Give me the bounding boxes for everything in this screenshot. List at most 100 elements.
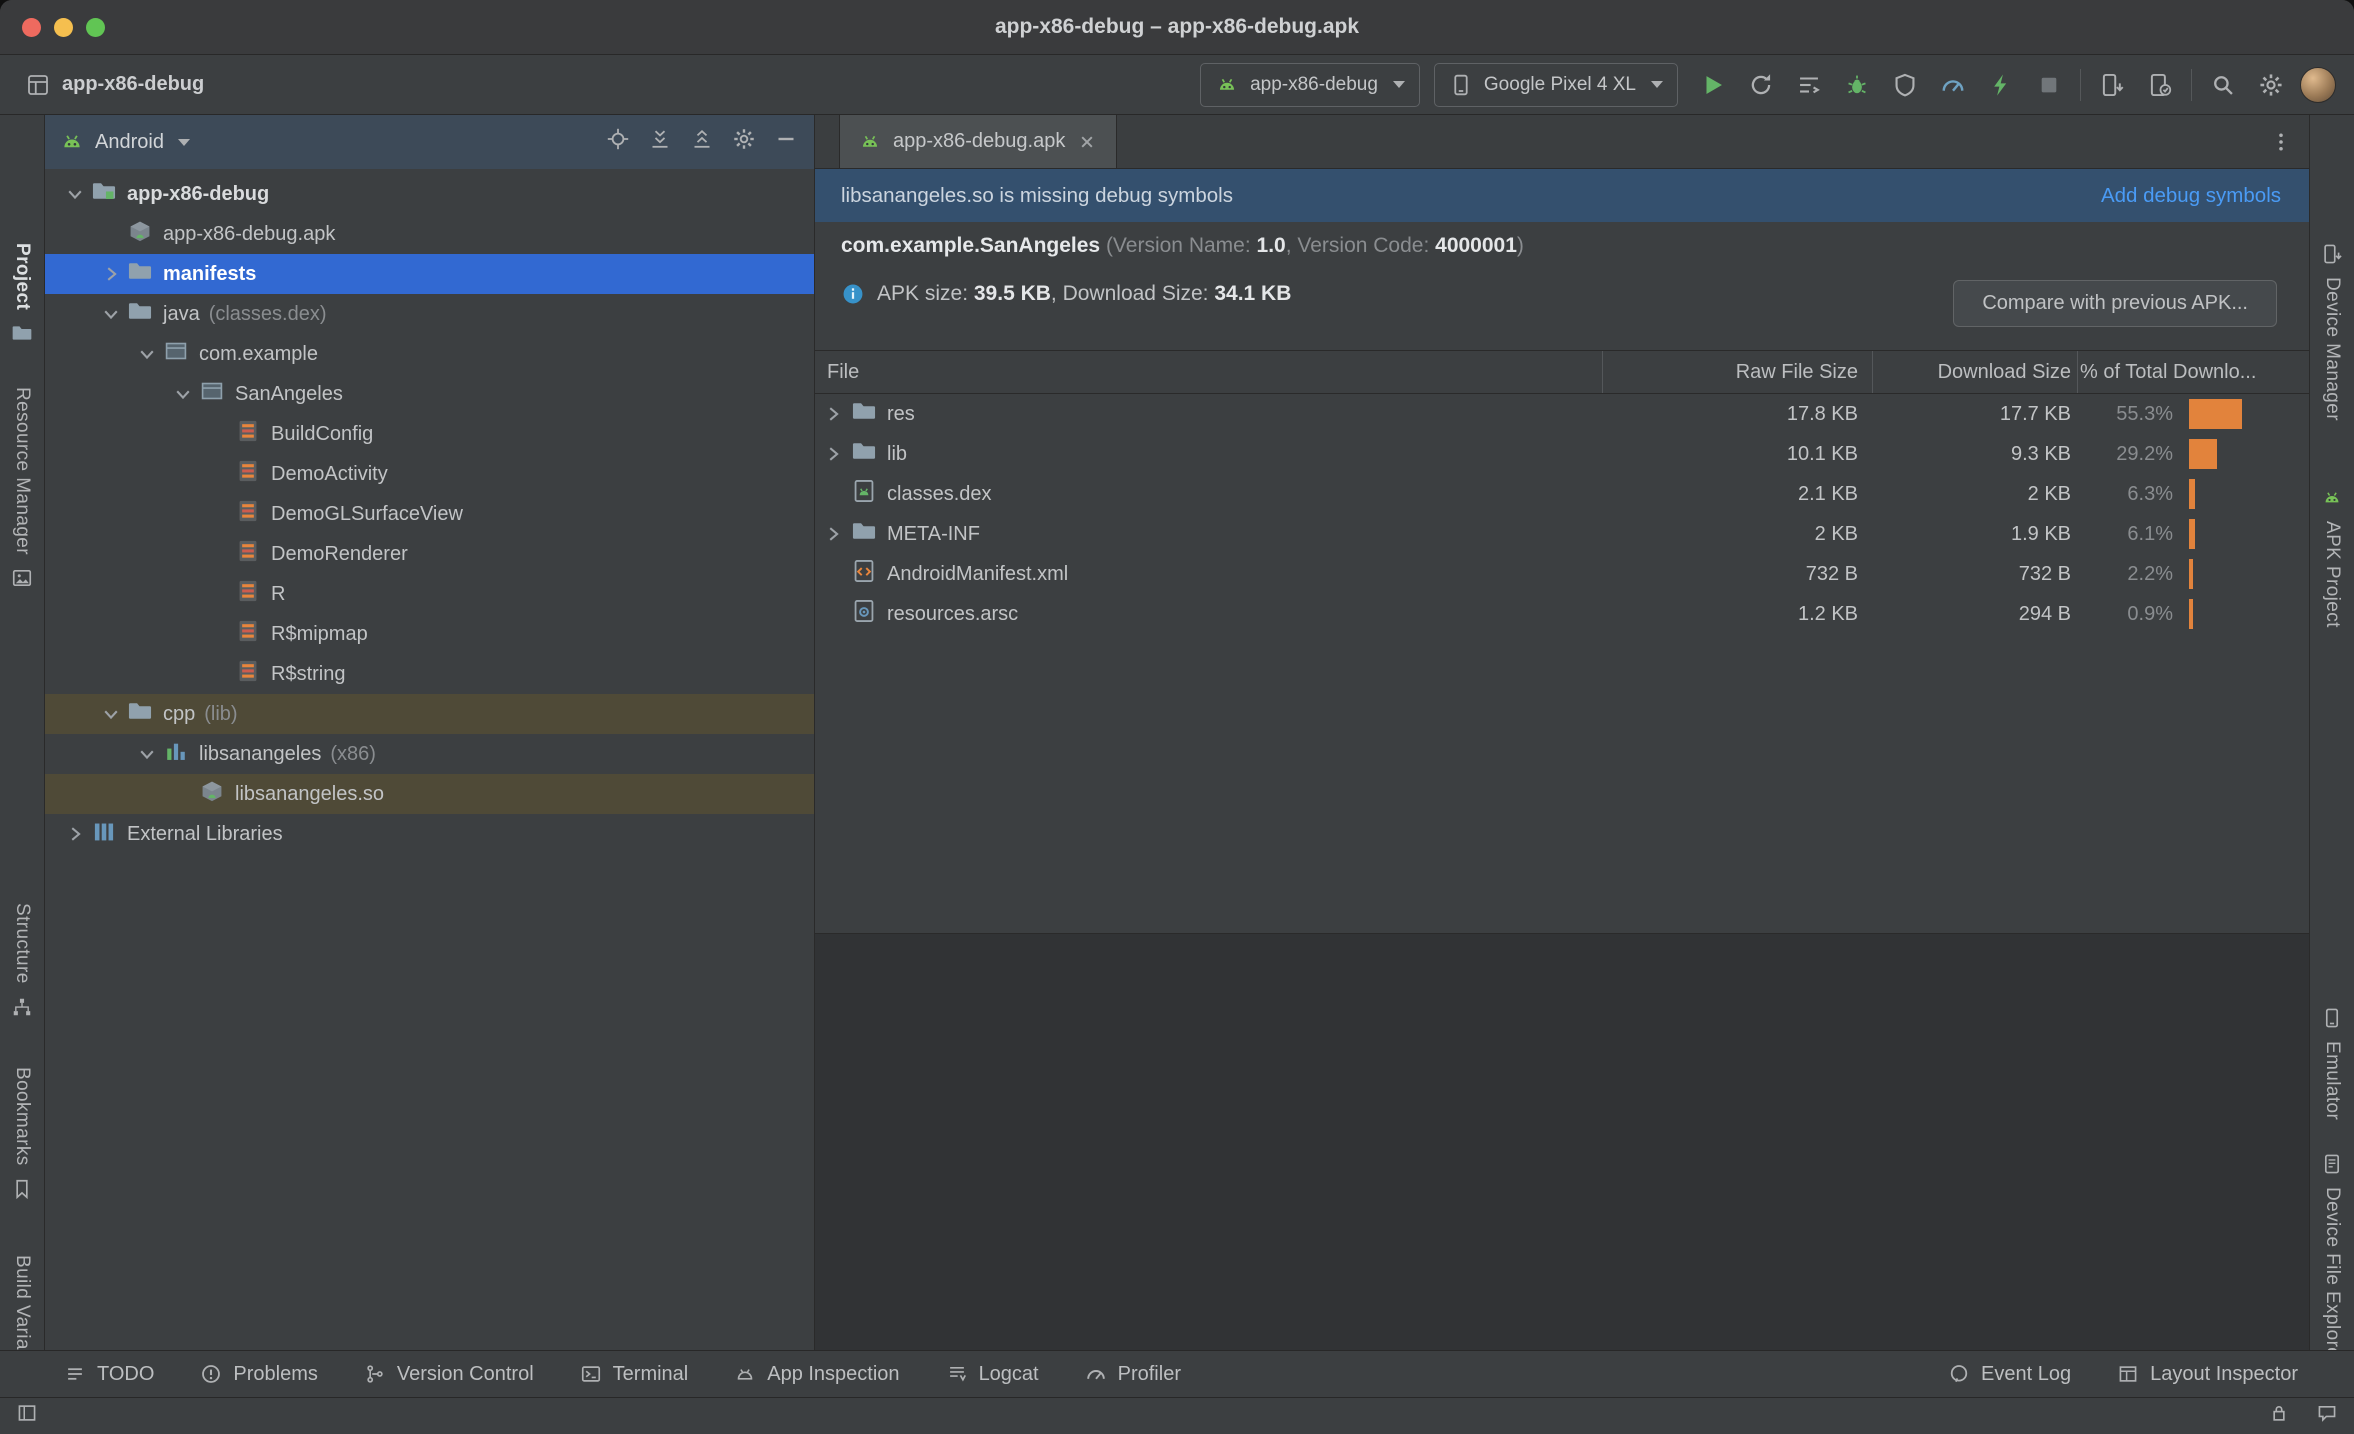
close-icon[interactable] (1076, 131, 1098, 153)
device-manager-icon[interactable] (2091, 64, 2133, 106)
collapse-all-icon[interactable] (690, 127, 714, 157)
chevron-down-icon[interactable] (95, 703, 127, 725)
tool-window-button-event-log[interactable]: Event Log (1948, 1363, 2071, 1386)
add-debug-symbols-link[interactable]: Add debug symbols (2101, 184, 2281, 208)
tree-item-demoglsurfaceview[interactable]: DemoGLSurfaceView (45, 494, 814, 534)
tree-item-cpp[interactable]: cpp (lib) (45, 694, 814, 734)
tree-item-label: SanAngeles (235, 382, 343, 405)
chevron-down-icon[interactable] (177, 138, 190, 146)
chevron-down-icon[interactable] (131, 343, 163, 365)
settings-icon[interactable] (2250, 64, 2292, 106)
run-configuration-selector[interactable]: app-x86-debug (1200, 62, 1420, 107)
avatar[interactable] (2300, 66, 2336, 103)
stripe-item-device-file-explorer[interactable]: Device File Explorer (2310, 1153, 2354, 1365)
tree-item-manifests[interactable]: manifests (45, 254, 814, 294)
chevron-right-icon[interactable] (95, 263, 127, 285)
project-widget[interactable]: app-x86-debug (26, 73, 204, 97)
chevron-down-icon[interactable] (59, 183, 91, 205)
tool-window-button-version-control[interactable]: Version Control (364, 1363, 534, 1386)
settings-icon[interactable] (732, 127, 756, 157)
terminal-icon (580, 1363, 602, 1385)
tool-window-button-problems[interactable]: Problems (200, 1363, 318, 1386)
stripe-item-bookmarks[interactable]: Bookmarks (0, 1067, 44, 1200)
tree-item-r-mipmap[interactable]: R$mipmap (45, 614, 814, 654)
profile-low-overhead-icon[interactable] (1980, 64, 2022, 106)
missing-symbols-banner: libsanangeles.so is missing debug symbol… (815, 169, 2309, 222)
tree-item-demoactivity[interactable]: DemoActivity (45, 454, 814, 494)
tree-item-external-libraries[interactable]: External Libraries (45, 814, 814, 854)
column-header-percent[interactable]: % of Total Downlo... (2077, 351, 2309, 393)
profile-icon[interactable] (1932, 64, 1974, 106)
close-window-button[interactable] (22, 17, 41, 37)
tree-item-libsanangeles-so[interactable]: libsanangeles.so (45, 774, 814, 814)
editor-tab-apk[interactable]: app-x86-debug.apk (839, 115, 1118, 168)
table-row-androidmanifest-xml[interactable]: AndroidManifest.xml 732 B 732 B 2.2% (815, 554, 2309, 594)
zoom-window-button[interactable] (86, 17, 105, 37)
project-panel-header: Android (45, 115, 814, 169)
tree-item-app-x86-debug-apk[interactable]: app-x86-debug.apk (45, 214, 814, 254)
tool-window-button-layout-inspector[interactable]: Layout Inspector (2117, 1363, 2298, 1386)
tree-item-r[interactable]: R (45, 574, 814, 614)
debug-icon[interactable] (1836, 64, 1878, 106)
run-icon[interactable] (1692, 64, 1734, 106)
tree-item-buildconfig[interactable]: BuildConfig (45, 414, 814, 454)
apply-code-changes-icon[interactable] (1788, 64, 1830, 106)
stop-icon[interactable] (2028, 64, 2070, 106)
column-header-download-size[interactable]: Download Size (1872, 351, 2077, 393)
compare-apk-button[interactable]: Compare with previous APK... (1953, 280, 2277, 327)
chevron-right-icon[interactable] (59, 823, 91, 845)
notifications-icon[interactable] (2316, 1402, 2338, 1430)
window-titlebar[interactable]: app-x86-debug – app-x86-debug.apk (0, 0, 2354, 55)
chevron-right-icon[interactable] (815, 403, 851, 425)
column-header-file[interactable]: File (815, 351, 1602, 393)
lock-icon[interactable] (2268, 1402, 2290, 1430)
chevron-down-icon[interactable] (95, 303, 127, 325)
hide-icon[interactable] (774, 127, 798, 157)
device-selector[interactable]: Google Pixel 4 XL (1433, 62, 1678, 107)
tool-window-button-label: App Inspection (767, 1362, 900, 1385)
table-row-res[interactable]: res 17.8 KB 17.7 KB 55.3% (815, 394, 2309, 434)
stripe-item-resource-manager[interactable]: Resource Manager (0, 387, 44, 589)
stripe-item-project[interactable]: Project (0, 243, 44, 344)
tree-item-java[interactable]: java (classes.dex) (45, 294, 814, 334)
table-row-lib[interactable]: lib 10.1 KB 9.3 KB 29.2% (815, 434, 2309, 474)
tool-window-button-profiler[interactable]: Profiler (1085, 1363, 1181, 1386)
tool-window-button-todo[interactable]: TODO (64, 1363, 154, 1386)
tree-item-sanangeles[interactable]: SanAngeles (45, 374, 814, 414)
stripe-item-structure[interactable]: Structure (0, 903, 44, 1018)
project-view-selector[interactable]: Android (95, 131, 164, 154)
tree-item-libsanangeles[interactable]: libsanangeles (x86) (45, 734, 814, 774)
chevron-right-icon[interactable] (815, 443, 851, 465)
table-row-resources-arsc[interactable]: resources.arsc 1.2 KB 294 B 0.9% (815, 594, 2309, 634)
locate-icon[interactable] (606, 127, 630, 157)
expand-all-icon[interactable] (648, 127, 672, 157)
toolwindows-icon[interactable] (16, 1402, 38, 1430)
chevron-right-icon[interactable] (815, 523, 851, 545)
chevron-down-icon[interactable] (167, 383, 199, 405)
chevron-down-icon[interactable] (131, 743, 163, 765)
stripe-item-device-manager[interactable]: Device Manager (2310, 243, 2354, 421)
attach-debugger-icon[interactable] (1884, 64, 1926, 106)
minimize-window-button[interactable] (54, 17, 73, 37)
tree-item-r-string[interactable]: R$string (45, 654, 814, 694)
stripe-item-emulator[interactable]: Emulator (2310, 1007, 2354, 1120)
table-row-meta-inf[interactable]: META-INF 2 KB 1.9 KB 6.1% (815, 514, 2309, 554)
editor-tab-label: app-x86-debug.apk (893, 130, 1066, 152)
tool-window-button-app-inspection[interactable]: App Inspection (734, 1362, 900, 1386)
stripe-item-apk-project[interactable]: APK Project (2310, 487, 2354, 628)
debug-icon (1844, 72, 1870, 98)
running-devices-icon[interactable] (2139, 64, 2181, 106)
more-vertical-icon[interactable] (2269, 130, 2293, 154)
table-row-classes-dex[interactable]: classes.dex 2.1 KB 2 KB 6.3% (815, 474, 2309, 514)
tool-window-button-terminal[interactable]: Terminal (580, 1363, 688, 1386)
search-icon[interactable] (2202, 64, 2244, 106)
tree-item-com-example[interactable]: com.example (45, 334, 814, 374)
tree-item-app-x86-debug[interactable]: app-x86-debug (45, 174, 814, 214)
chevron-down-icon (1651, 81, 1663, 88)
apply-changes-icon[interactable] (1740, 64, 1782, 106)
toolbar-separator (2080, 68, 2081, 101)
tree-item-demorenderer[interactable]: DemoRenderer (45, 534, 814, 574)
tool-window-button-logcat[interactable]: Logcat (946, 1363, 1039, 1386)
file-name: AndroidManifest.xml (887, 562, 1069, 585)
column-header-raw-size[interactable]: Raw File Size (1602, 351, 1872, 393)
